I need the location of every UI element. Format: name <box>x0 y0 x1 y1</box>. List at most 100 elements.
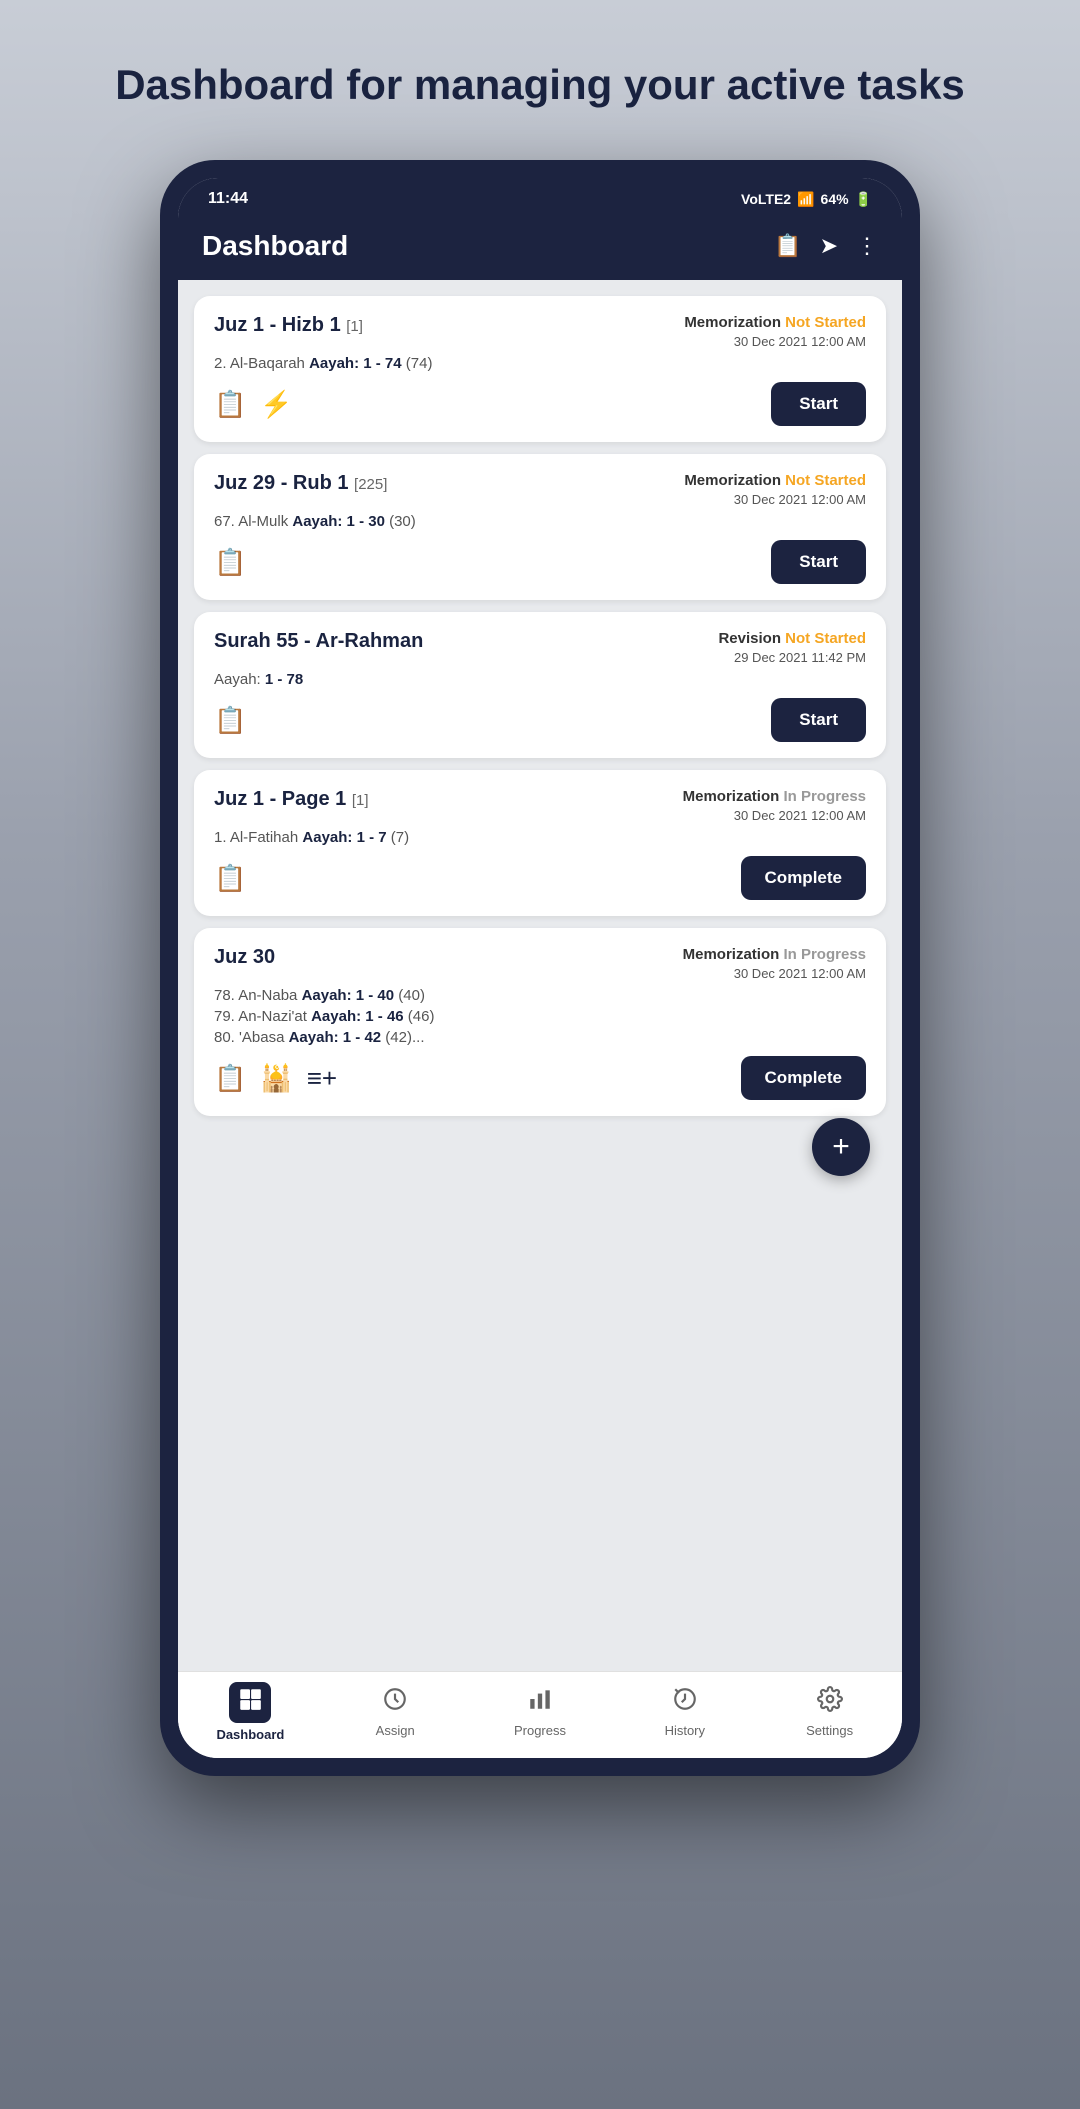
card-date: 30 Dec 2021 12:00 AM <box>684 334 866 349</box>
card-status: In Progress <box>783 946 866 963</box>
signal-bars-icon: 📶 <box>797 191 814 208</box>
card-subtitle: 67. Al-Mulk Aayah: 1 - 30 (30) <box>214 513 866 530</box>
fab-add-button[interactable]: + <box>812 1118 870 1176</box>
start-button[interactable]: Start <box>771 698 866 742</box>
card-action-icons: 📋 🕌 ≡+ <box>214 1063 337 1094</box>
card-date: 29 Dec 2021 11:42 PM <box>718 650 866 665</box>
lightning-icon[interactable]: ⚡ <box>260 389 292 420</box>
card-type: Memorization <box>684 472 785 489</box>
clipboard-card-icon[interactable]: 📋 <box>214 863 246 894</box>
card-meta: Memorization Not Started 30 Dec 2021 12:… <box>684 472 866 507</box>
card-top: Juz 30 Memorization In Progress 30 Dec 2… <box>214 946 866 981</box>
clipboard-card-icon[interactable]: 📋 <box>214 547 246 578</box>
card-title-area: Juz 30 <box>214 946 275 969</box>
card-top: Juz 29 - Rub 1 [225] Memorization Not St… <box>214 472 866 507</box>
card-status: Not Started <box>785 472 866 489</box>
card-meta: Memorization In Progress 30 Dec 2021 12:… <box>683 788 866 823</box>
card-subtitle-line3: 80. 'Abasa Aayah: 1 - 42 (42)... <box>214 1029 866 1046</box>
nav-label-assign: Assign <box>376 1723 415 1738</box>
card-title-id: [225] <box>354 476 387 493</box>
content-area: Juz 1 - Hizb 1 [1] Memorization Not Star… <box>178 280 902 1671</box>
complete-button[interactable]: Complete <box>741 856 866 900</box>
card-type-status: Memorization In Progress <box>683 788 866 806</box>
card-top: Juz 1 - Hizb 1 [1] Memorization Not Star… <box>214 314 866 349</box>
start-button[interactable]: Start <box>771 382 866 426</box>
card-subtitle: 2. Al-Baqarah Aayah: 1 - 74 (74) <box>214 355 866 372</box>
card-title-area: Juz 29 - Rub 1 [225] <box>214 472 387 495</box>
card-title: Juz 30 <box>214 946 275 968</box>
signal-text: VoLTE2 <box>741 191 791 207</box>
card-status: Not Started <box>785 630 866 647</box>
header-icons: 📋 ➤ ⋮ <box>774 233 878 259</box>
nav-item-settings[interactable]: Settings <box>757 1686 902 1738</box>
card-type-status: Memorization Not Started <box>684 472 866 490</box>
card-bottom: 📋 🕌 ≡+ Complete <box>214 1056 866 1100</box>
fab-plus-icon: + <box>832 1130 850 1164</box>
card-date: 30 Dec 2021 12:00 AM <box>683 966 866 981</box>
card-title: Juz 1 - Hizb 1 <box>214 314 346 336</box>
card-type: Memorization <box>684 314 785 331</box>
status-time: 11:44 <box>208 190 248 208</box>
nav-label-history: History <box>665 1723 705 1738</box>
nav-item-progress[interactable]: Progress <box>468 1686 613 1738</box>
clipboard-card-icon[interactable]: 📋 <box>214 705 246 736</box>
card-action-icons: 📋 <box>214 547 246 578</box>
add-list-icon[interactable]: ≡+ <box>307 1063 337 1094</box>
page-title: Dashboard for managing your active tasks <box>75 60 1005 110</box>
card-title-area: Juz 1 - Page 1 [1] <box>214 788 369 811</box>
card-type: Memorization <box>683 946 784 963</box>
start-button[interactable]: Start <box>771 540 866 584</box>
status-bar: 11:44 VoLTE2 📶 64% 🔋 <box>178 178 902 216</box>
card-title: Surah 55 - Ar-Rahman <box>214 630 423 652</box>
bottom-nav: Dashboard Assign <box>178 1671 902 1758</box>
task-card: Juz 30 Memorization In Progress 30 Dec 2… <box>194 928 886 1116</box>
task-card: Surah 55 - Ar-Rahman Revision Not Starte… <box>194 612 886 758</box>
card-meta: Memorization Not Started 30 Dec 2021 12:… <box>684 314 866 349</box>
task-card: Juz 1 - Page 1 [1] Memorization In Progr… <box>194 770 886 916</box>
card-title-id: [1] <box>346 318 363 335</box>
card-bottom: 📋 Start <box>214 698 866 742</box>
card-title: Juz 29 - Rub 1 <box>214 472 354 494</box>
mosque-icon[interactable]: 🕌 <box>260 1063 292 1094</box>
battery-icon: 🔋 <box>855 191 872 208</box>
nav-label-settings: Settings <box>806 1723 853 1738</box>
clipboard-card-icon[interactable]: 📋 <box>214 389 246 420</box>
card-date: 30 Dec 2021 12:00 AM <box>684 492 866 507</box>
task-card: Juz 1 - Hizb 1 [1] Memorization Not Star… <box>194 296 886 442</box>
nav-item-dashboard[interactable]: Dashboard <box>178 1682 323 1742</box>
card-status: In Progress <box>783 788 866 805</box>
complete-button[interactable]: Complete <box>741 1056 866 1100</box>
card-action-icons: 📋 <box>214 863 246 894</box>
clipboard-card-icon[interactable]: 📋 <box>214 1063 246 1094</box>
nav-item-history[interactable]: History <box>612 1686 757 1738</box>
card-subtitle-line1: 78. An-Naba Aayah: 1 - 40 (40) <box>214 987 866 1004</box>
card-meta: Memorization In Progress 30 Dec 2021 12:… <box>683 946 866 981</box>
task-card: Juz 29 - Rub 1 [225] Memorization Not St… <box>194 454 886 600</box>
card-type: Revision <box>718 630 785 647</box>
card-bottom: 📋 ⚡ Start <box>214 382 866 426</box>
card-type: Memorization <box>683 788 784 805</box>
card-subtitle-line2: 79. An-Nazi'at Aayah: 1 - 46 (46) <box>214 1008 866 1025</box>
app-header-title: Dashboard <box>202 230 348 262</box>
more-header-icon[interactable]: ⋮ <box>856 233 878 259</box>
clipboard-header-icon[interactable]: 📋 <box>774 233 801 259</box>
gear-icon <box>817 1686 843 1719</box>
nav-label-dashboard: Dashboard <box>216 1727 284 1742</box>
app-header: Dashboard 📋 ➤ ⋮ <box>178 216 902 280</box>
card-title: Juz 1 - Page 1 <box>214 788 352 810</box>
card-type-status: Revision Not Started <box>718 630 866 648</box>
card-title-area: Juz 1 - Hizb 1 [1] <box>214 314 363 337</box>
status-right: VoLTE2 📶 64% 🔋 <box>741 191 872 208</box>
card-action-icons: 📋 <box>214 705 246 736</box>
card-type-status: Memorization In Progress <box>683 946 866 964</box>
card-title-area: Surah 55 - Ar-Rahman <box>214 630 423 653</box>
share-header-icon[interactable]: ➤ <box>820 233 838 259</box>
nav-item-assign[interactable]: Assign <box>323 1686 468 1738</box>
clock-icon <box>382 1686 408 1719</box>
card-top: Surah 55 - Ar-Rahman Revision Not Starte… <box>214 630 866 665</box>
history-icon <box>672 1686 698 1719</box>
card-title-id: [1] <box>352 792 369 809</box>
phone-screen: 11:44 VoLTE2 📶 64% 🔋 Dashboard 📋 ➤ ⋮ <box>178 178 902 1758</box>
phone-frame: 11:44 VoLTE2 📶 64% 🔋 Dashboard 📋 ➤ ⋮ <box>160 160 920 1776</box>
card-top: Juz 1 - Page 1 [1] Memorization In Progr… <box>214 788 866 823</box>
